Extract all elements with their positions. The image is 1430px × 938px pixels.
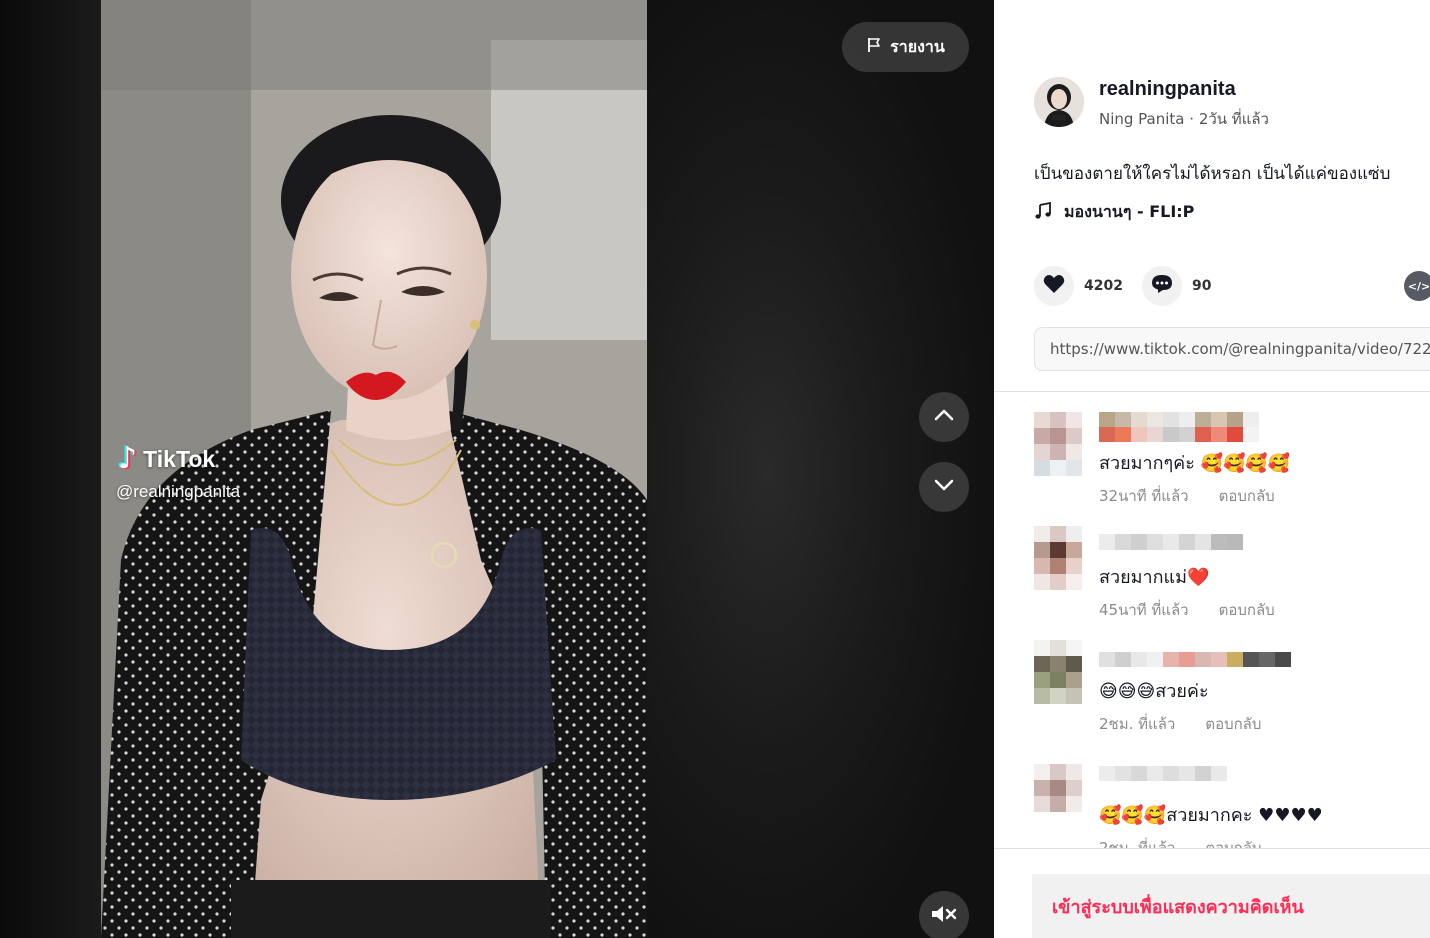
report-button[interactable]: รายงาน	[842, 22, 969, 72]
commenter-avatar[interactable]	[1034, 526, 1084, 590]
like-stat[interactable]: 4202	[1034, 266, 1123, 306]
comment-time: 2ชม. ที่แล้ว	[1099, 839, 1176, 848]
share-link-field[interactable]: https://www.tiktok.com/@realningpanita/v…	[1034, 327, 1430, 371]
chevron-up-icon	[932, 403, 956, 431]
embed-button[interactable]: </>	[1404, 271, 1430, 301]
like-count: 4202	[1084, 278, 1123, 294]
music-title: มองนานๆ - FLI:P	[1064, 202, 1195, 221]
commenter-avatar[interactable]	[1034, 764, 1084, 828]
comment-time: 32นาที ที่แล้ว	[1099, 487, 1189, 505]
video-caption: เป็นของตายให้ใครไม่ได้หรอก เป็นได้แค่ของ…	[1034, 164, 1391, 184]
commenter-name-pixelated[interactable]	[1099, 764, 1249, 794]
reply-button[interactable]: ตอบกลับ	[1219, 484, 1275, 508]
comment-list[interactable]: สวยมากๆค่ะ 🥰🥰🥰🥰 32นาที ที่แล้ว ตอบกลับ ส…	[994, 392, 1430, 848]
previous-video-button[interactable]	[919, 392, 969, 442]
mute-toggle-button[interactable]	[919, 891, 969, 938]
commenter-name-pixelated[interactable]	[1099, 412, 1259, 442]
comment-time: 45นาที ที่แล้ว	[1099, 601, 1189, 619]
watermark-brand: TikTok	[143, 445, 216, 472]
commenter-avatar[interactable]	[1034, 412, 1084, 476]
login-prompt-text: เข้าสู่ระบบเพื่อแสดงความคิดเห็น	[1052, 896, 1304, 918]
commenter-avatar[interactable]	[1034, 640, 1084, 704]
video-details-panel: realningpanita Ning Panita · 2วัน ที่แล้…	[994, 0, 1430, 938]
section-divider	[994, 848, 1430, 849]
author-display-name[interactable]: Ning Panita	[1099, 110, 1185, 128]
commenter-name-pixelated[interactable]	[1099, 640, 1299, 670]
next-video-button[interactable]	[919, 462, 969, 512]
tiktok-watermark: ♪ TikTok @realningpanita	[116, 444, 241, 502]
comment-text: สวยมากแม่❤️	[1099, 567, 1210, 588]
mute-icon	[930, 903, 958, 929]
post-time: 2วัน ที่แล้ว	[1198, 110, 1269, 128]
report-label: รายงาน	[890, 36, 945, 56]
music-note-icon	[1034, 201, 1052, 224]
comment-stat[interactable]: 90	[1142, 266, 1211, 306]
tiktok-logo-icon: ♪	[118, 441, 138, 476]
heart-icon	[1043, 274, 1065, 298]
reply-button[interactable]: ตอบกลับ	[1205, 836, 1261, 848]
reply-button[interactable]: ตอบกลับ	[1205, 712, 1261, 736]
chevron-down-icon	[932, 473, 956, 501]
meta-separator: ·	[1184, 110, 1199, 128]
commenter-name-pixelated[interactable]	[1099, 526, 1259, 556]
comment-time: 2ชม. ที่แล้ว	[1099, 715, 1176, 733]
watermark-logo: ♪ TikTok	[118, 444, 240, 474]
comment-text: สวยมากๆค่ะ 🥰🥰🥰🥰	[1099, 453, 1291, 474]
embed-icon: </>	[1407, 279, 1430, 293]
comment-text: 🥰🥰🥰สวยมากคะ ♥♥♥♥	[1099, 805, 1323, 826]
video-player[interactable]: ♪ TikTok @realningpanita รายงาน	[0, 0, 994, 938]
comment-meta: 45นาที ที่แล้ว ตอบกลับ	[1099, 598, 1275, 622]
share-link-text: https://www.tiktok.com/@realningpanita/v…	[1050, 340, 1430, 358]
music-link[interactable]: มองนานๆ - FLI:P	[1034, 200, 1194, 225]
comment-meta: 2ชม. ที่แล้ว ตอบกลับ	[1099, 712, 1261, 736]
flag-icon	[866, 37, 882, 57]
comment-text: 😅😅😅สวยค่ะ	[1099, 681, 1209, 702]
comment-icon	[1151, 274, 1173, 298]
author-avatar[interactable]	[1034, 77, 1084, 127]
video-backdrop-left	[0, 0, 101, 938]
author-meta: Ning Panita · 2วัน ที่แล้ว	[1099, 107, 1269, 131]
like-button[interactable]	[1034, 266, 1074, 306]
author-username[interactable]: realningpanita	[1099, 78, 1236, 101]
comment-meta: 32นาที ที่แล้ว ตอบกลับ	[1099, 484, 1275, 508]
comment-button[interactable]	[1142, 266, 1182, 306]
login-to-comment-button[interactable]: เข้าสู่ระบบเพื่อแสดงความคิดเห็น	[1032, 874, 1430, 938]
watermark-handle: @realningpanita	[116, 482, 241, 501]
comment-count: 90	[1192, 278, 1212, 294]
reply-button[interactable]: ตอบกลับ	[1219, 598, 1275, 622]
comment-meta: 2ชม. ที่แล้ว ตอบกลับ	[1099, 836, 1261, 848]
